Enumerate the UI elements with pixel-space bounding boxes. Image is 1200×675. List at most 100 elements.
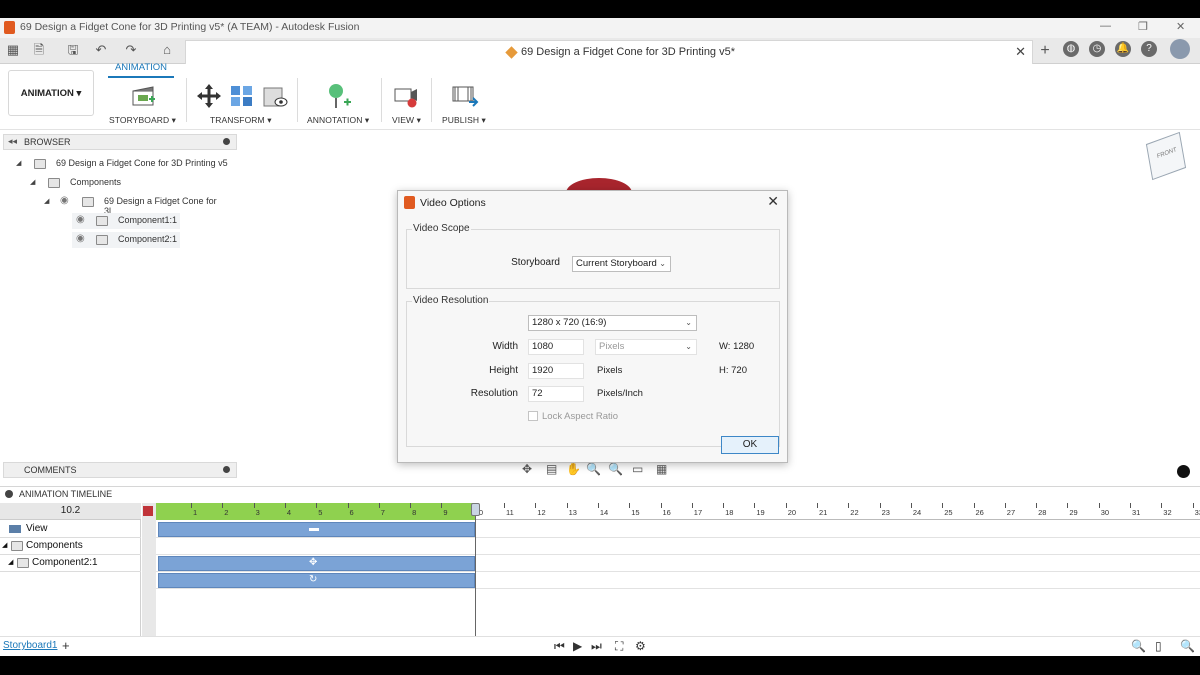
width-unit-select[interactable]: Pixels ⌄ (595, 339, 697, 355)
user-avatar[interactable] (1170, 39, 1190, 59)
job-status-icon[interactable]: ◷ (1089, 41, 1105, 57)
annotation-callout-icon[interactable] (324, 82, 352, 110)
pan-icon[interactable]: ✋ (566, 462, 581, 476)
video-options-dialog: Video Options ✕ Video Scope Storyboard C… (397, 190, 788, 463)
ruler-tick-label: 2 (224, 508, 229, 517)
fit-timeline-icon[interactable]: ▯ (1155, 639, 1162, 653)
new-tab-icon[interactable]: + (1036, 42, 1054, 60)
storyboard-menu[interactable]: STORYBOARD ▾ (109, 115, 176, 126)
storyboard-select[interactable]: Current Storyboard ⌄ (572, 256, 671, 272)
tab-animation[interactable]: ANIMATION (108, 62, 174, 78)
track-component2[interactable]: ◢ Component2:1 (0, 555, 141, 572)
zoom-in-icon[interactable]: 🔍 (1180, 639, 1195, 653)
restore-button[interactable]: ❐ (1138, 20, 1148, 33)
height-input[interactable]: 1920 (528, 363, 584, 379)
component-icon (96, 216, 108, 226)
lock-aspect-checkbox[interactable] (528, 411, 538, 421)
zoom-icon[interactable]: 🔍 (586, 462, 601, 476)
annotation-menu[interactable]: ANNOTATION ▾ (307, 115, 369, 126)
start-marker[interactable] (143, 506, 153, 516)
ruler-tick (441, 503, 443, 508)
tree-design-node[interactable]: ◢ ◉ 69 Design a Fidget Cone for 3l... (42, 194, 232, 216)
collapse-browser-icon[interactable]: ◂◂ (8, 136, 17, 147)
resolution-preset-select[interactable]: 1280 x 720 (16:9) ⌄ (528, 315, 697, 331)
move-action-clip[interactable]: ✥ (158, 556, 475, 571)
expand-triangle-icon[interactable]: ◢ (16, 159, 21, 167)
display-settings-icon[interactable]: ▭ (632, 462, 643, 476)
track-divider (156, 571, 1200, 572)
close-tab-button[interactable]: ✕ (1015, 44, 1026, 60)
dialog-close-button[interactable]: ✕ (767, 193, 779, 210)
play-icon[interactable]: ▶ (573, 639, 582, 653)
add-storyboard-button[interactable]: + (62, 638, 70, 653)
expand-triangle-icon[interactable]: ◢ (30, 178, 35, 186)
browser-panel-header[interactable]: ◂◂ BROWSER (3, 134, 237, 150)
expand-triangle-icon[interactable]: ◢ (44, 197, 49, 205)
ok-button[interactable]: OK (721, 436, 779, 454)
save-icon[interactable]: 🖫 (64, 41, 82, 59)
camera-action-icon: ▬ (309, 523, 319, 534)
home-icon[interactable]: ⌂ (158, 41, 176, 59)
transform-move-icon[interactable] (195, 82, 223, 110)
rotate-action-clip[interactable]: ↻ (158, 573, 475, 588)
collapse-timeline-icon[interactable] (5, 490, 13, 498)
show-hide-icon[interactable] (261, 82, 289, 110)
help-icon[interactable]: ? (1141, 41, 1157, 57)
expand-triangle-icon[interactable]: ◢ (2, 538, 7, 554)
view-cube[interactable]: FRONT (1145, 131, 1187, 181)
view-action-clip[interactable]: ▬ (158, 522, 475, 537)
width-input[interactable]: 1080 (528, 339, 584, 355)
chat-icon[interactable] (1177, 465, 1190, 478)
ruler-tick-label: 3 (255, 508, 260, 517)
tree-component1[interactable]: ◉ Component1:1 (72, 213, 180, 229)
tree-components-folder[interactable]: ◢ Components (28, 175, 228, 191)
document-tab[interactable]: 69 Design a Fidget Cone for 3D Printing … (185, 40, 1033, 64)
current-time-display[interactable]: 10.2 (0, 503, 141, 520)
file-menu-icon[interactable]: 🗎 (30, 41, 48, 59)
redo-icon[interactable]: ↷ (122, 41, 140, 59)
orbit-icon[interactable]: ✥ (522, 462, 532, 476)
storyboard-icon[interactable] (130, 82, 158, 110)
go-to-end-icon[interactable]: ⏭ (591, 639, 602, 654)
view-record-icon[interactable] (393, 82, 421, 110)
expand-triangle-icon[interactable]: ◢ (8, 555, 13, 571)
close-window-button[interactable]: ✕ (1176, 20, 1185, 33)
track-components[interactable]: ◢ Components (0, 538, 141, 555)
view-menu[interactable]: VIEW ▾ (392, 115, 421, 126)
pin-icon[interactable] (223, 138, 230, 145)
undo-icon[interactable]: ↶ (92, 41, 110, 59)
resolution-unit: Pixels/Inch (597, 388, 643, 399)
visibility-eye-icon[interactable]: ◉ (60, 195, 69, 206)
tree-root[interactable]: ◢ 69 Design a Fidget Cone for 3D Printin… (14, 156, 234, 172)
resolution-input[interactable]: 72 (528, 386, 584, 402)
zoom-window-icon[interactable]: 🔍 (608, 462, 623, 476)
apps-grid-icon[interactable]: ▦ (4, 41, 22, 59)
visibility-eye-icon[interactable]: ◉ (76, 233, 85, 244)
playhead-handle[interactable] (471, 503, 480, 516)
transform-menu[interactable]: TRANSFORM ▾ (210, 115, 272, 126)
publish-menu[interactable]: PUBLISH ▾ (442, 115, 486, 126)
tree-component2[interactable]: ◉ Component2:1 (72, 232, 180, 248)
minimize-button[interactable]: — (1100, 20, 1111, 32)
look-at-icon[interactable]: ▤ (546, 462, 557, 476)
go-to-start-icon[interactable]: ⏮ (554, 639, 565, 654)
workspace-switcher[interactable]: ANIMATION ▾ (8, 70, 94, 116)
tab-storyboard1[interactable]: Storyboard1 (3, 640, 57, 651)
comments-panel-header[interactable]: COMMENTS (3, 462, 237, 478)
pin-icon[interactable] (223, 466, 230, 473)
extensions-icon[interactable]: ◍ (1063, 41, 1079, 57)
ruler-tick (191, 503, 192, 508)
ruler-tick-label: 20 (787, 508, 797, 517)
fit-view-icon[interactable]: ⛶ (615, 639, 623, 654)
publish-video-icon[interactable] (451, 82, 479, 110)
timeline-settings-icon[interactable]: ⚙ (635, 639, 646, 653)
explode-components-icon[interactable] (228, 82, 256, 110)
tree-item-label: Component1:1 (118, 215, 178, 225)
ruler-tick-label: 1 (193, 508, 198, 517)
visibility-eye-icon[interactable]: ◉ (76, 214, 85, 225)
track-view[interactable]: View (0, 521, 141, 538)
timeline-header[interactable]: ANIMATION TIMELINE (0, 486, 1200, 502)
notifications-icon[interactable]: 🔔 (1115, 41, 1131, 57)
grid-settings-icon[interactable]: ▦ (656, 462, 667, 476)
zoom-out-icon[interactable]: 🔍 (1131, 639, 1146, 653)
